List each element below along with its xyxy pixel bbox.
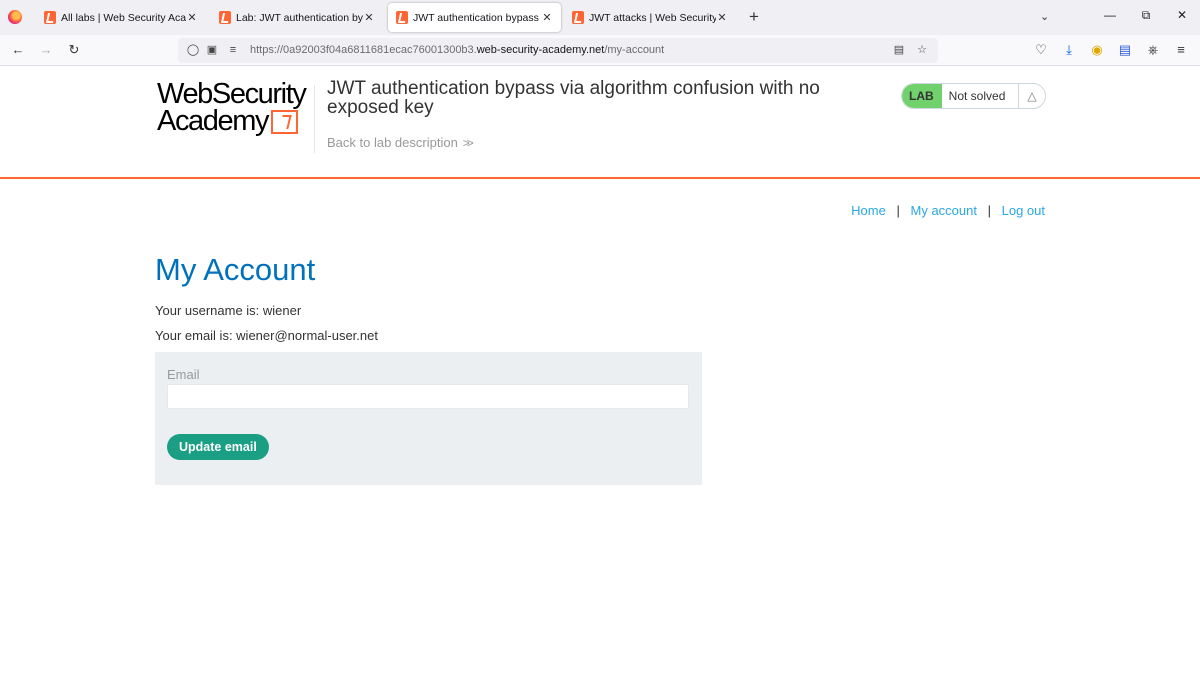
close-tab-icon[interactable]: ✕ [541, 11, 553, 24]
lock-icon[interactable]: ▣ [205, 43, 219, 57]
logo-text-line1: WebSecurity [157, 78, 307, 110]
tab-lab-active[interactable]: JWT authentication bypass via algorithm … [388, 3, 561, 32]
close-tab-icon[interactable]: ✕ [716, 11, 728, 24]
close-tab-icon[interactable]: ✕ [363, 11, 375, 24]
lightning-bolt-icon [271, 109, 299, 134]
lab-status-text: Not solved [948, 89, 1006, 103]
header-divider [314, 85, 315, 153]
url-path: /my-account [604, 44, 665, 56]
lab-header: WebSecurity Academy JWT authentication b… [0, 67, 1200, 179]
nav-separator: | [987, 203, 991, 218]
browser-toolbar: ← → ↻ ◯ ▣ ≡ https://0a92003f04a6811681ec… [0, 35, 1200, 66]
logo-text-line2: Academy [157, 105, 269, 137]
tab-title: JWT authentication bypass via algorithm … [413, 11, 541, 24]
email-label: Email [167, 367, 200, 382]
nav-separator: | [896, 203, 900, 218]
address-bar[interactable]: ◯ ▣ ≡ https://0a92003f04a6811681ecac7600… [178, 38, 938, 63]
update-email-button[interactable]: Update email [167, 434, 269, 460]
account-navigation: Home | My account | Log out [851, 203, 1045, 218]
restore-window-icon[interactable]: ⧉ [1136, 8, 1156, 26]
minimize-window-icon[interactable]: — [1100, 8, 1120, 26]
web-security-academy-favicon-icon [572, 11, 584, 24]
forward-arrow-icon[interactable]: → [38, 42, 54, 58]
list-all-tabs-icon[interactable]: ⌄ [1040, 10, 1049, 23]
app-menu-icon[interactable]: ≡ [1173, 42, 1189, 58]
close-tab-icon[interactable]: ✕ [186, 11, 198, 24]
email-input[interactable] [167, 384, 689, 409]
tab-title: All labs | Web Security Academy [61, 11, 186, 24]
web-security-academy-favicon-icon [44, 11, 56, 24]
log-out-link[interactable]: Log out [1002, 203, 1045, 218]
change-email-form: Email Update email [155, 352, 702, 485]
tab-lab-description[interactable]: Lab: JWT authentication bypass via algor… [211, 3, 383, 32]
my-account-link[interactable]: My account [911, 203, 977, 218]
pocket-icon[interactable]: ♡ [1033, 42, 1049, 58]
downloads-icon[interactable]: ⤓ [1061, 42, 1077, 58]
web-security-academy-logo[interactable]: WebSecurity Academy [157, 78, 317, 141]
browser-tab-bar: All labs | Web Security Academy ✕ Lab: J… [0, 0, 1200, 35]
url-subdomain: https://0a92003f04a6811681ecac76001300b3… [250, 44, 477, 56]
username-text: Your username is: wiener [155, 303, 302, 318]
translate-icon[interactable]: ▤ [892, 43, 906, 57]
burp-extension-icon[interactable]: ◉ [1089, 42, 1105, 58]
translate-extension-icon[interactable]: ▤ [1117, 42, 1133, 58]
reload-icon[interactable]: ↻ [66, 42, 82, 58]
page-title: My Account [155, 252, 316, 287]
site-permissions-icon[interactable]: ≡ [226, 43, 240, 57]
back-arrow-icon[interactable]: ← [10, 42, 26, 58]
close-window-icon[interactable]: ✕ [1172, 8, 1192, 26]
new-tab-button[interactable]: + [746, 8, 762, 26]
tab-title: JWT attacks | Web Security Academy [589, 11, 716, 24]
lab-title: JWT authentication bypass via algorithm … [327, 78, 820, 118]
extensions-puzzle-icon[interactable]: ⎈ [1145, 42, 1161, 58]
firefox-menu-icon[interactable] [8, 10, 22, 24]
tab-jwt-attacks[interactable]: JWT attacks | Web Security Academy ✕ [564, 3, 736, 32]
flask-icon: △ [1018, 84, 1045, 108]
tab-title: Lab: JWT authentication bypass via algor… [236, 11, 363, 24]
url-text[interactable]: https://0a92003f04a6811681ecac76001300b3… [250, 44, 664, 56]
email-text: Your email is: wiener@normal-user.net [155, 328, 378, 343]
web-security-academy-favicon-icon [396, 11, 408, 24]
home-link[interactable]: Home [851, 203, 886, 218]
url-domain: web-security-academy.net [476, 44, 605, 56]
bookmark-star-icon[interactable]: ☆ [915, 43, 929, 57]
tab-all-labs[interactable]: All labs | Web Security Academy ✕ [36, 3, 206, 32]
back-link-label: Back to lab description [327, 135, 458, 150]
logo-line2: Academy [157, 105, 317, 137]
web-security-academy-favicon-icon [219, 11, 231, 24]
double-chevron-right-icon: >> [462, 136, 474, 150]
lab-status-widget: LAB Not solved △ [901, 83, 1046, 109]
tracking-protection-shield-icon[interactable]: ◯ [186, 43, 200, 57]
back-to-lab-description-link[interactable]: Back to lab description >> [327, 135, 474, 150]
lab-badge: LAB [902, 84, 942, 108]
